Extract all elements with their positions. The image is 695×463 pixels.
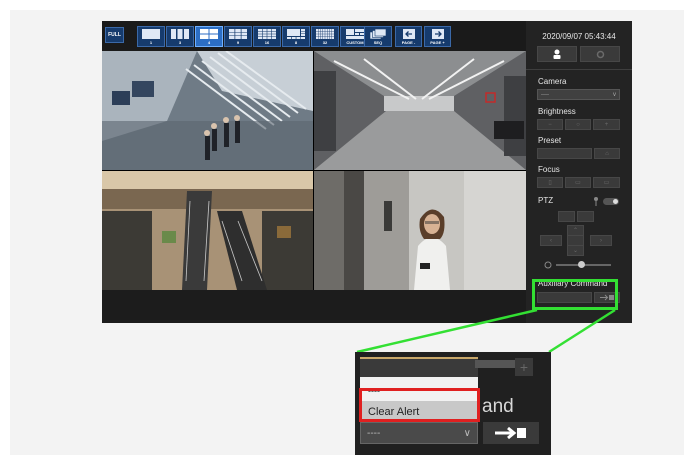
clear-alert-highlight xyxy=(359,388,480,422)
zoom-stepper-bar xyxy=(475,360,515,368)
zoom-behind-text: and xyxy=(482,396,514,417)
zoom-send-button[interactable] xyxy=(483,422,539,444)
zoom-select-value: ---- xyxy=(367,427,381,439)
send-command-icon xyxy=(495,426,526,440)
callout-line-left xyxy=(356,308,538,354)
callout-line-right xyxy=(548,308,616,354)
zoom-plus-button[interactable]: + xyxy=(515,358,533,376)
zoom-auxiliary-select[interactable]: ---- ∨ xyxy=(360,422,478,444)
callout-lines xyxy=(356,308,616,354)
chevron-down-icon: ∨ xyxy=(463,427,471,439)
zoom-top-bar xyxy=(360,357,478,377)
